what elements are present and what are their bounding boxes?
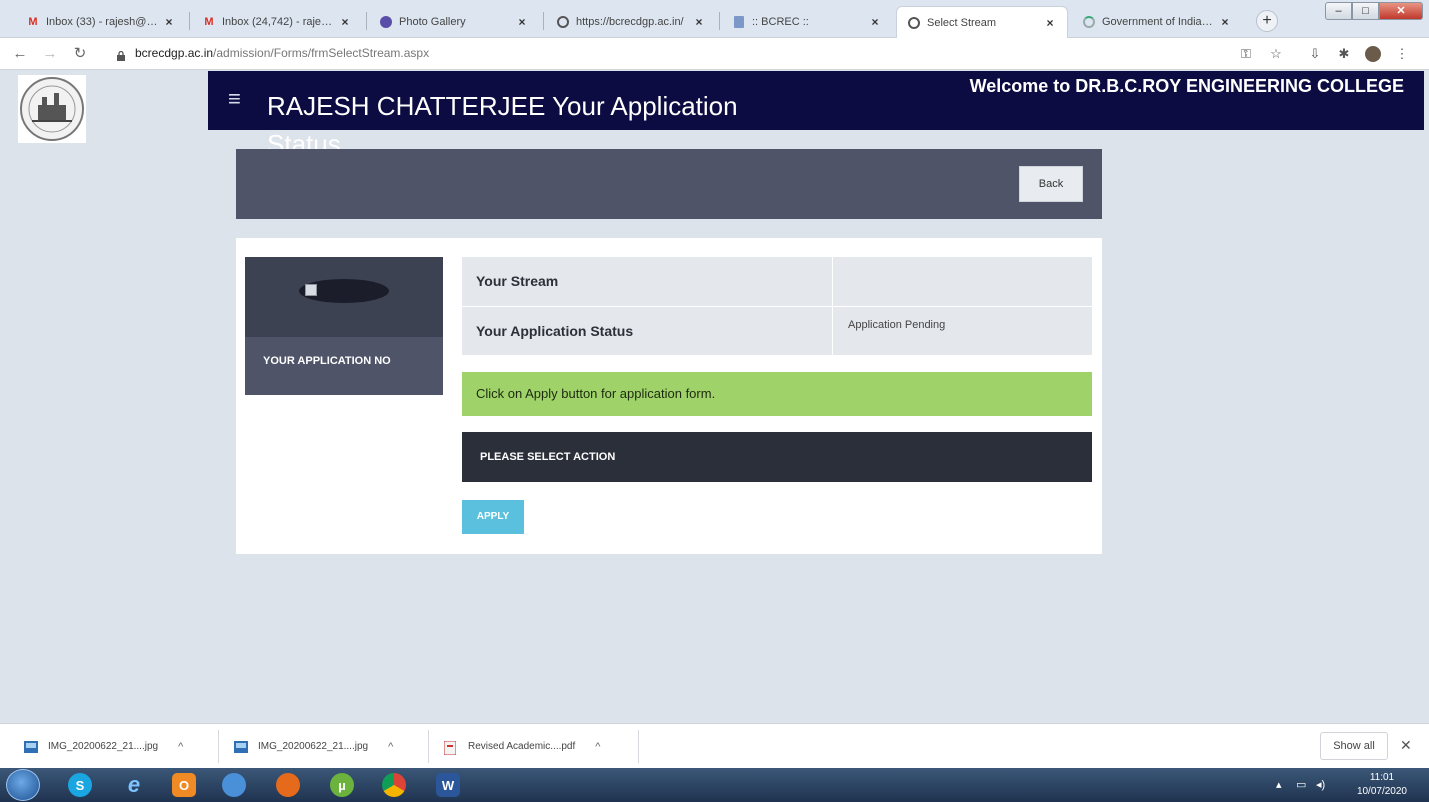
page-content: ≡ RAJESH CHATTERJEE Your Application Sta… [0,71,1429,723]
start-button[interactable] [6,769,40,801]
download-item[interactable]: Revised Academic....pdf ^ [443,724,600,769]
close-window-button[interactable]: ✕ [1379,2,1423,20]
utorrent-icon[interactable]: µ [320,770,364,800]
browser-tab[interactable]: Government of India, A × [1072,6,1242,38]
close-tab-icon[interactable]: × [1218,15,1232,29]
browser-tab[interactable]: :: BCREC :: × [722,6,892,38]
browser-tab-strip: M Inbox (33) - rajesh@bo × M Inbox (24,7… [0,0,1429,38]
close-tab-icon[interactable]: × [162,15,176,29]
application-card: YOUR APPLICATION NO Your Stream Your App… [236,238,1102,554]
browser-tab[interactable]: M Inbox (24,742) - rajesh. × [192,6,362,38]
reload-icon[interactable]: ↻ [70,44,90,64]
profile-photo-area [245,257,443,337]
outlook-icon[interactable]: O [162,770,206,800]
action-heading: PLEASE SELECT ACTION [480,451,616,463]
gmail-icon: M [28,16,38,28]
star-bookmark-icon[interactable]: ☆ [1267,45,1285,63]
download-item[interactable]: IMG_20200622_21....jpg ^ [24,724,183,769]
download-item[interactable]: IMG_20200622_21....jpg ^ [234,724,393,769]
url-field[interactable]: bcrecdgp.ac.in/admission/Forms/frmSelect… [110,42,1210,66]
apply-button[interactable]: APPLY [462,500,524,534]
browser-tab[interactable]: Photo Gallery × [369,6,539,38]
welcome-text: Welcome to DR.B.C.ROY ENGINEERING COLLEG… [969,76,1404,96]
system-clock[interactable]: 11:01 10/07/2020 [1357,771,1407,799]
globe-icon [556,15,570,29]
close-tab-icon[interactable]: × [515,15,529,29]
chevron-up-icon[interactable]: ^ [388,741,393,753]
url-path: /admission/Forms/frmSelectStream.aspx [213,46,430,60]
browser-tab[interactable]: https://bcrecdgp.ac.in/ × [546,6,716,38]
broken-image-icon [305,284,317,296]
pdf-file-icon [443,740,458,755]
new-tab-button[interactable]: + [1256,10,1278,32]
clock-date: 10/07/2020 [1356,786,1407,797]
volume-icon[interactable]: ◂) [1316,778,1325,791]
globe-icon [907,16,921,30]
key-icon[interactable]: ⚿ [1237,45,1255,63]
stream-label: Your Stream [476,273,559,289]
download-extension-icon[interactable]: ⇩ [1306,45,1324,63]
kebab-menu-icon[interactable]: ⋮ [1393,45,1411,63]
hamburger-menu-icon[interactable]: ≡ [228,86,241,112]
chrome-icon[interactable] [372,770,416,800]
windows-taskbar: S e O µ W ▴ ▭ ◂) 11:01 10/07/2020 [0,768,1429,802]
address-bar: ← → ↻ bcrecdgp.ac.in/admission/Forms/frm… [0,38,1429,70]
doc-icon [732,15,746,29]
chromium-icon[interactable] [212,770,256,800]
browser-tab[interactable]: M Inbox (33) - rajesh@bo × [16,6,186,38]
downloads-shelf: IMG_20200622_21....jpg ^ IMG_20200622_21… [0,723,1429,768]
top-navbar: ≡ RAJESH CHATTERJEE Your Application Sta… [208,71,1424,159]
loading-icon [1082,15,1096,29]
back-button[interactable]: Back [1019,166,1083,202]
chevron-up-icon[interactable]: ^ [595,741,600,753]
college-logo [18,75,86,143]
back-arrow-icon[interactable]: ← [10,44,30,64]
image-file-icon [234,740,248,753]
application-no-label: YOUR APPLICATION NO [263,355,391,367]
close-tab-icon[interactable]: × [1043,16,1057,30]
profile-panel: YOUR APPLICATION NO [245,257,443,395]
url-host: bcrecdgp.ac.in [135,46,214,60]
notice-text: Click on Apply button for application fo… [476,386,716,401]
table-row: Your Application Status Application Pend… [462,306,1092,356]
profile-avatar-icon[interactable] [1364,45,1382,63]
extension-icon[interactable]: ✱ [1335,45,1353,63]
close-tab-icon[interactable]: × [692,15,706,29]
details-table: Your Stream Your Application Status Appl… [462,257,1092,356]
notice-banner: Click on Apply button for application fo… [462,372,1092,416]
show-all-button[interactable]: Show all [1320,732,1388,760]
maximize-button[interactable]: □ [1352,2,1379,20]
firefox-icon[interactable] [266,770,310,800]
application-status-value: Application Pending [848,319,946,331]
internet-explorer-icon[interactable]: e [112,770,156,800]
clock-time: 11:01 [1369,772,1395,783]
close-tab-icon[interactable]: × [338,15,352,29]
applicant-photo [299,279,389,303]
minimize-button[interactable]: – [1325,2,1352,20]
action-header: PLEASE SELECT ACTION [462,432,1092,482]
word-icon[interactable]: W [426,770,470,800]
chevron-up-icon[interactable]: ^ [178,741,183,753]
application-status-label: Your Application Status [476,323,634,339]
gmail-icon: M [204,16,214,28]
close-tab-icon[interactable]: × [868,15,882,29]
back-toolbar: Back [236,149,1102,219]
window-controls: – □ ✕ [1325,2,1423,20]
skype-icon[interactable]: S [58,770,102,800]
tray-expand-icon[interactable]: ▴ [1276,778,1282,791]
network-icon[interactable]: ▭ [1296,778,1306,791]
gallery-icon [379,15,393,29]
image-file-icon [24,740,38,753]
lock-icon [117,48,125,61]
close-icon[interactable]: ✕ [1400,737,1412,754]
browser-tab-active[interactable]: Select Stream × [896,6,1068,38]
table-row: Your Stream [462,257,1092,306]
forward-arrow-icon[interactable]: → [40,44,60,64]
